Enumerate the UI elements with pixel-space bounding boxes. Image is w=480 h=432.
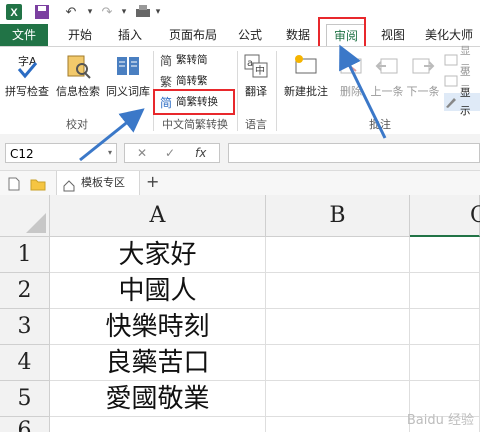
- arrow-to-conversion: [79, 108, 145, 162]
- arrow-to-review-tab: [339, 44, 387, 139]
- annotation-arrows: [79, 44, 387, 162]
